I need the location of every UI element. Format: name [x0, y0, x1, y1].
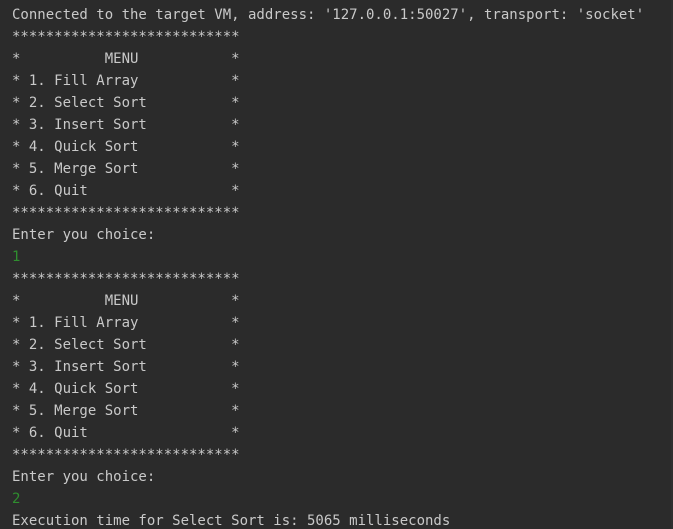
console-line: Connected to the target VM, address: '12… — [12, 7, 645, 23]
user-input-line: 1 — [12, 249, 21, 265]
user-input-line: 2 — [12, 491, 21, 507]
clipped-previous-line: ... ... .. ... . . . — [12, 0, 450, 3]
console-line: * MENU * — [12, 51, 240, 67]
console-line: *************************** — [12, 205, 240, 221]
console-line: Enter you choice: — [12, 469, 156, 485]
console-line: * 1. Fill Array * — [12, 315, 240, 331]
console-line: *************************** — [12, 447, 240, 463]
console-line: * 3. Insert Sort * — [12, 359, 240, 375]
console-line: *************************** — [12, 271, 240, 287]
console-line: Execution time for Select Sort is: 5065 … — [12, 513, 451, 529]
console-line: * 5. Merge Sort * — [12, 161, 240, 177]
console-line: * 6. Quit * — [12, 183, 240, 199]
console-line: * 3. Insert Sort * — [12, 117, 240, 133]
console-line: * 1. Fill Array * — [12, 73, 240, 89]
console-line: * 6. Quit * — [12, 425, 240, 441]
console-line: * 5. Merge Sort * — [12, 403, 240, 419]
console-line: * 4. Quick Sort * — [12, 381, 240, 397]
console-line: * MENU * — [12, 293, 240, 309]
console-line: * 2. Select Sort * — [12, 337, 240, 353]
console-line: *************************** — [12, 29, 240, 45]
console-line: * 2. Select Sort * — [12, 95, 240, 111]
console-line: * 4. Quick Sort * — [12, 139, 240, 155]
console-lines: Connected to the target VM, address: '12… — [12, 4, 644, 529]
console-output-panel[interactable]: ... ... .. ... . . . Connected to the ta… — [0, 0, 673, 529]
console-line: Enter you choice: — [12, 227, 156, 243]
